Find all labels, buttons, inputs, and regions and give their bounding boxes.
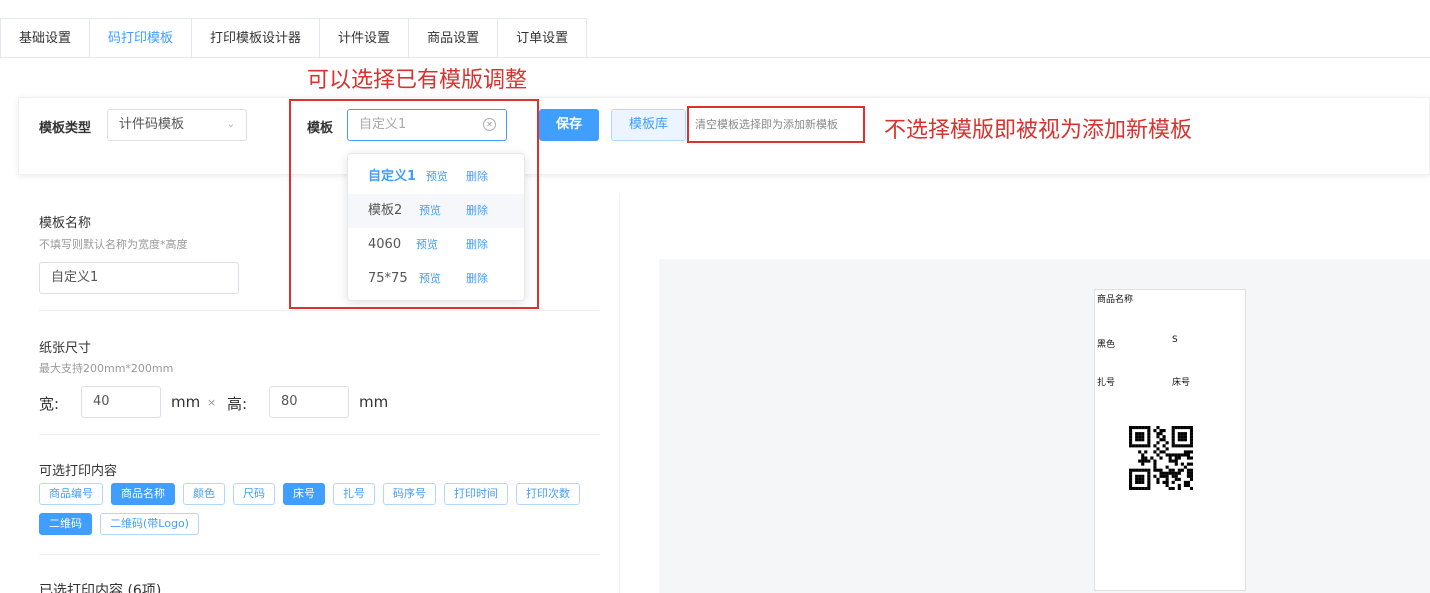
settings-tabs: 基础设置 码打印模板 打印模板设计器 计件设置 商品设置 订单设置 [0,18,588,58]
width-input[interactable]: 40 [81,386,161,418]
template-type-value: 计件码模板 [119,117,185,132]
preview-bed: 床号 [1172,378,1191,388]
tag-print-time[interactable]: 打印时间 [444,483,508,505]
tab-product-settings[interactable]: 商品设置 [408,18,498,58]
preview-area [659,259,1430,593]
width-unit: mm [171,393,201,411]
optional-content-title: 可选打印内容 [39,464,118,479]
panel-divider [619,193,620,593]
section-divider [39,310,600,311]
chevron-down-icon: ⌄ [226,119,235,130]
template-name-input[interactable]: 自定义1 [39,262,239,294]
preview-product-name: 商品名称 [1097,295,1134,305]
tag-qr-code[interactable]: 二维码 [39,513,92,535]
tag-code-serial[interactable]: 码序号 [383,483,436,505]
template-type-select[interactable]: 计件码模板 ⌄ [107,109,247,141]
preview-size: S [1172,335,1178,345]
template-library-button[interactable]: 模板库 [611,109,686,141]
height-unit: mm [359,393,389,411]
tag-color[interactable]: 颜色 [183,483,225,505]
height-input[interactable]: 80 [269,386,349,418]
qr-code-icon [1129,426,1193,490]
clear-hint-text: 清空模板选择即为添加新模板 [687,106,865,143]
app-root: 基础设置 码打印模板 打印模板设计器 计件设置 商品设置 订单设置 模板类型 计… [0,0,1430,593]
annotation-select-existing: 可以选择已有模版调整 [307,68,528,93]
paper-size-hint: 最大支持200mm*200mm [39,362,174,375]
template-name-hint: 不填写则默认名称为宽度*高度 [39,238,188,251]
selected-content-title: 已选打印内容 (6项) [39,583,162,593]
optional-content-tags: 商品编号 商品名称 颜色 尺码 床号 扎号 码序号 打印时间 打印次数 二维码 … [39,483,599,543]
tab-print-template-designer[interactable]: 打印模板设计器 [191,18,320,58]
tab-basic-settings[interactable]: 基础设置 [0,18,90,58]
tab-order-settings[interactable]: 订单设置 [497,18,588,58]
template-name-title: 模板名称 [39,216,92,231]
section-divider [39,434,600,435]
tab-code-print-template[interactable]: 码打印模板 [89,18,192,58]
tag-qr-code-logo[interactable]: 二维码(带Logo) [100,513,199,535]
width-label: 宽: [39,395,60,413]
tag-product-name[interactable]: 商品名称 [111,483,175,505]
save-button[interactable]: 保存 [539,109,599,141]
tag-size[interactable]: 尺码 [233,483,275,505]
times-sign: × [207,396,217,409]
height-label: 高: [227,395,248,413]
tag-bundle-number[interactable]: 扎号 [333,483,375,505]
annotation-highlight-box [289,99,539,309]
tag-product-code[interactable]: 商品编号 [39,483,103,505]
tab-piecework-settings[interactable]: 计件设置 [319,18,409,58]
paper-size-title: 纸张尺寸 [39,341,92,356]
preview-bundle: 扎号 [1097,378,1116,388]
annotation-new-template: 不选择模版即被视为添加新模板 [884,118,1193,143]
template-type-label: 模板类型 [39,121,92,136]
preview-color: 黑色 [1097,340,1116,350]
tag-print-count[interactable]: 打印次数 [516,483,580,505]
tabs-underline [0,57,1430,58]
section-divider [39,554,600,555]
tag-bed-number[interactable]: 床号 [283,483,325,505]
